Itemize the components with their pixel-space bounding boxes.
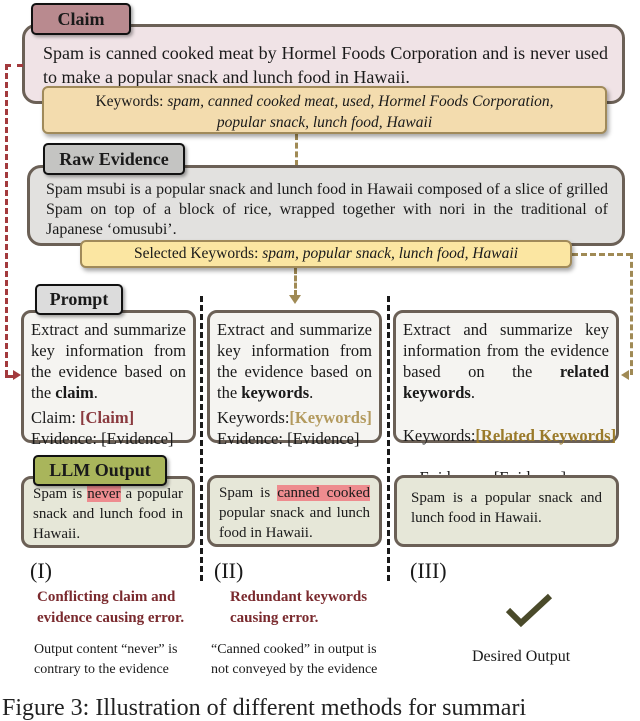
connector-claim-vertical bbox=[5, 64, 8, 376]
prompt-box-1: Extract and summarize key information fr… bbox=[21, 310, 196, 448]
connector-right-vertical bbox=[630, 253, 633, 375]
keywords-line-1: spam, canned cooked meat, used, Hormel F… bbox=[167, 93, 554, 110]
keywords-label: Keywords: bbox=[95, 93, 164, 110]
result-1-numeral: (I) bbox=[30, 558, 52, 583]
evidence-box: Spam msubi is a popular snack and lunch … bbox=[27, 165, 625, 246]
result-2-note: “Canned cooked” in output is not conveye… bbox=[211, 642, 378, 677]
prompt-box-3: Extract and summarize key information fr… bbox=[393, 310, 619, 487]
prompt-box-2: Extract and summarize key information fr… bbox=[207, 310, 382, 448]
column-separator-1 bbox=[200, 296, 203, 581]
arrow-left-icon bbox=[621, 370, 629, 380]
result-3-numeral: (III) bbox=[410, 558, 447, 583]
arrow-down-icon bbox=[289, 295, 301, 304]
arrow-right-icon bbox=[13, 370, 21, 380]
claim-tab: Claim bbox=[31, 3, 131, 35]
result-1-error: Conflicting claim and evidence causing e… bbox=[37, 589, 185, 626]
prompt-3-instruction: Extract and summarize key information fr… bbox=[403, 320, 609, 402]
prompt-2-field-1: Keywords:[Keywords] bbox=[217, 408, 372, 427]
output-box-3: Spam is a popular snack and lunch food i… bbox=[394, 475, 619, 547]
checkmark-icon bbox=[505, 593, 553, 628]
prompt-2-field-2: Evidence: [Evidence] bbox=[217, 429, 360, 448]
connector-claim-to-prompt-1 bbox=[5, 375, 13, 378]
result-2-error: Redundant keywords causing error. bbox=[230, 589, 368, 626]
output-2-highlight: canned cooked bbox=[277, 485, 370, 501]
desired-output-label: Desired Output bbox=[472, 648, 571, 665]
selected-keywords-box: Selected Keywords: spam, popular snack, … bbox=[80, 240, 572, 268]
column-separator-2 bbox=[387, 296, 390, 581]
output-box-2: Spam is canned cooked popular snack and … bbox=[207, 475, 382, 547]
figure-caption: Figure 3: Illustration of different meth… bbox=[2, 695, 527, 721]
connector-selected-keywords-right bbox=[572, 253, 632, 256]
connector-claim-evidence bbox=[295, 134, 298, 166]
llm-output-tab: LLM Output bbox=[33, 455, 167, 486]
output-box-1: Spam is never a popular snack and lunch … bbox=[21, 476, 195, 548]
output-3-text: Spam is a popular snack and lunch food i… bbox=[411, 490, 602, 526]
output-2-text: Spam is canned cooked popular snack and … bbox=[219, 485, 370, 541]
evidence-tab: Raw Evidence bbox=[43, 143, 185, 175]
prompt-1-field-1: Claim: [Claim] bbox=[31, 408, 135, 427]
connector-keywords-to-prompt-2 bbox=[294, 268, 297, 296]
prompt-1-instruction: Extract and summarize key information fr… bbox=[31, 320, 186, 402]
result-1-note: Output content “never” is contrary to th… bbox=[34, 642, 178, 677]
prompt-tab: Prompt bbox=[35, 284, 123, 315]
evidence-text: Spam msubi is a popular snack and lunch … bbox=[46, 181, 608, 238]
result-2-numeral: (II) bbox=[214, 558, 244, 583]
keywords-line-2: popular snack, lunch food, Hawaii bbox=[216, 114, 433, 131]
selected-keywords-label: Selected Keywords: bbox=[133, 245, 259, 262]
claim-keywords-box: Keywords: spam, canned cooked meat, used… bbox=[42, 86, 607, 134]
prompt-1-field-2: Evidence: [Evidence] bbox=[31, 429, 174, 448]
prompt-3-field-1: Keywords:[Related Keywords] bbox=[403, 426, 617, 445]
selected-keywords-value: spam, popular snack, lunch food, Hawaii bbox=[262, 245, 519, 262]
output-1-highlight: never bbox=[87, 486, 121, 502]
output-1-text: Spam is never a popular snack and lunch … bbox=[33, 486, 183, 542]
claim-text: Spam is canned cooked meat by Hormel Foo… bbox=[43, 43, 608, 87]
prompt-2-instruction: Extract and summarize key information fr… bbox=[217, 320, 372, 402]
